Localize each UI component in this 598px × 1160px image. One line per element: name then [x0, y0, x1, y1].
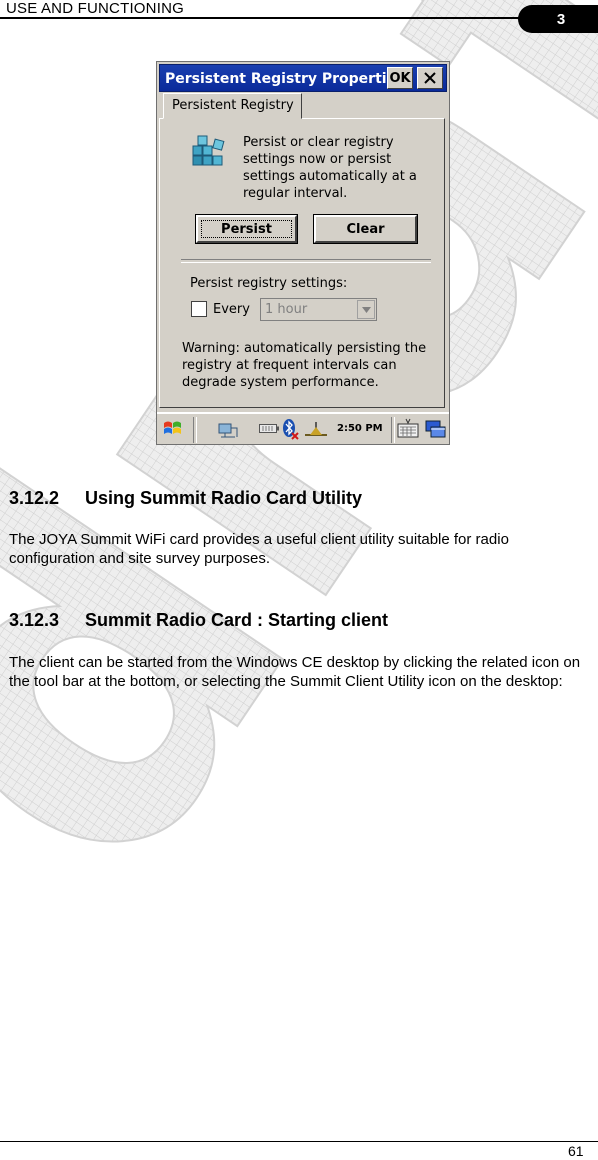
tab-persistent-registry[interactable]: Persistent Registry	[163, 93, 302, 119]
dialog-title: Persistent Registry Properties	[165, 71, 391, 87]
show-desktop-icon[interactable]	[423, 417, 449, 441]
taskbar-separator	[193, 417, 197, 443]
warning-text: Warning: automatically persisting the re…	[182, 341, 427, 390]
section-heading: 3.12.3 Summit Radio Card : Starting clien…	[9, 610, 388, 631]
group-divider	[181, 259, 431, 263]
header-rule	[0, 17, 540, 19]
persist-button[interactable]: Persist	[195, 214, 298, 244]
dropdown-arrow[interactable]	[357, 300, 375, 319]
registry-cubes-icon	[192, 135, 225, 166]
battery-icon[interactable]	[259, 424, 279, 433]
section-number: 3.12.3	[9, 610, 60, 630]
taskbar-clock[interactable]: 2:50 PM	[337, 423, 383, 434]
chevron-down-icon	[361, 306, 371, 313]
taskbar: 2:50 PM	[157, 412, 449, 444]
dialog-titlebar: Persistent Registry Properties OK	[159, 64, 447, 92]
network-icon[interactable]	[215, 417, 241, 441]
chapter-number-badge: 3	[518, 5, 598, 33]
interval-dropdown[interactable]: 1 hour	[260, 298, 377, 321]
close-button[interactable]	[417, 67, 443, 89]
keyboard-icon[interactable]	[395, 417, 421, 441]
every-checkbox[interactable]	[191, 301, 207, 317]
section-title: Summit Radio Card : Starting client	[85, 610, 389, 630]
windows-start-icon[interactable]	[160, 417, 186, 441]
focus-rectangle	[201, 220, 292, 238]
radio-signal-icon[interactable]	[303, 417, 329, 441]
clear-button[interactable]: Clear	[313, 214, 418, 244]
section-paragraph: The JOYA Summit WiFi card provides a use…	[9, 531, 509, 567]
footer-rule	[0, 1141, 598, 1142]
every-label: Every	[213, 302, 250, 317]
registry-dialog-screenshot: Persistent Registry Properties OK Persis…	[156, 61, 450, 445]
section-heading: 3.12.2 Using Summit Radio Card Utility	[9, 488, 362, 509]
section-paragraph: The client can be started from the Windo…	[9, 654, 581, 690]
running-header-title: USE AND FUNCTIONING	[6, 0, 184, 17]
dialog-intro-text: Persist or clear registry settings now o…	[243, 135, 417, 201]
section-number: 3.12.2	[9, 488, 60, 508]
interval-value: 1 hour	[265, 302, 308, 317]
persist-settings-label: Persist registry settings:	[190, 276, 348, 291]
ok-button[interactable]: OK	[387, 67, 413, 89]
section-title: Using Summit Radio Card Utility	[85, 488, 363, 508]
page-number: 61	[568, 1143, 584, 1159]
bluetooth-icon[interactable]	[281, 417, 299, 441]
close-icon	[424, 72, 436, 84]
